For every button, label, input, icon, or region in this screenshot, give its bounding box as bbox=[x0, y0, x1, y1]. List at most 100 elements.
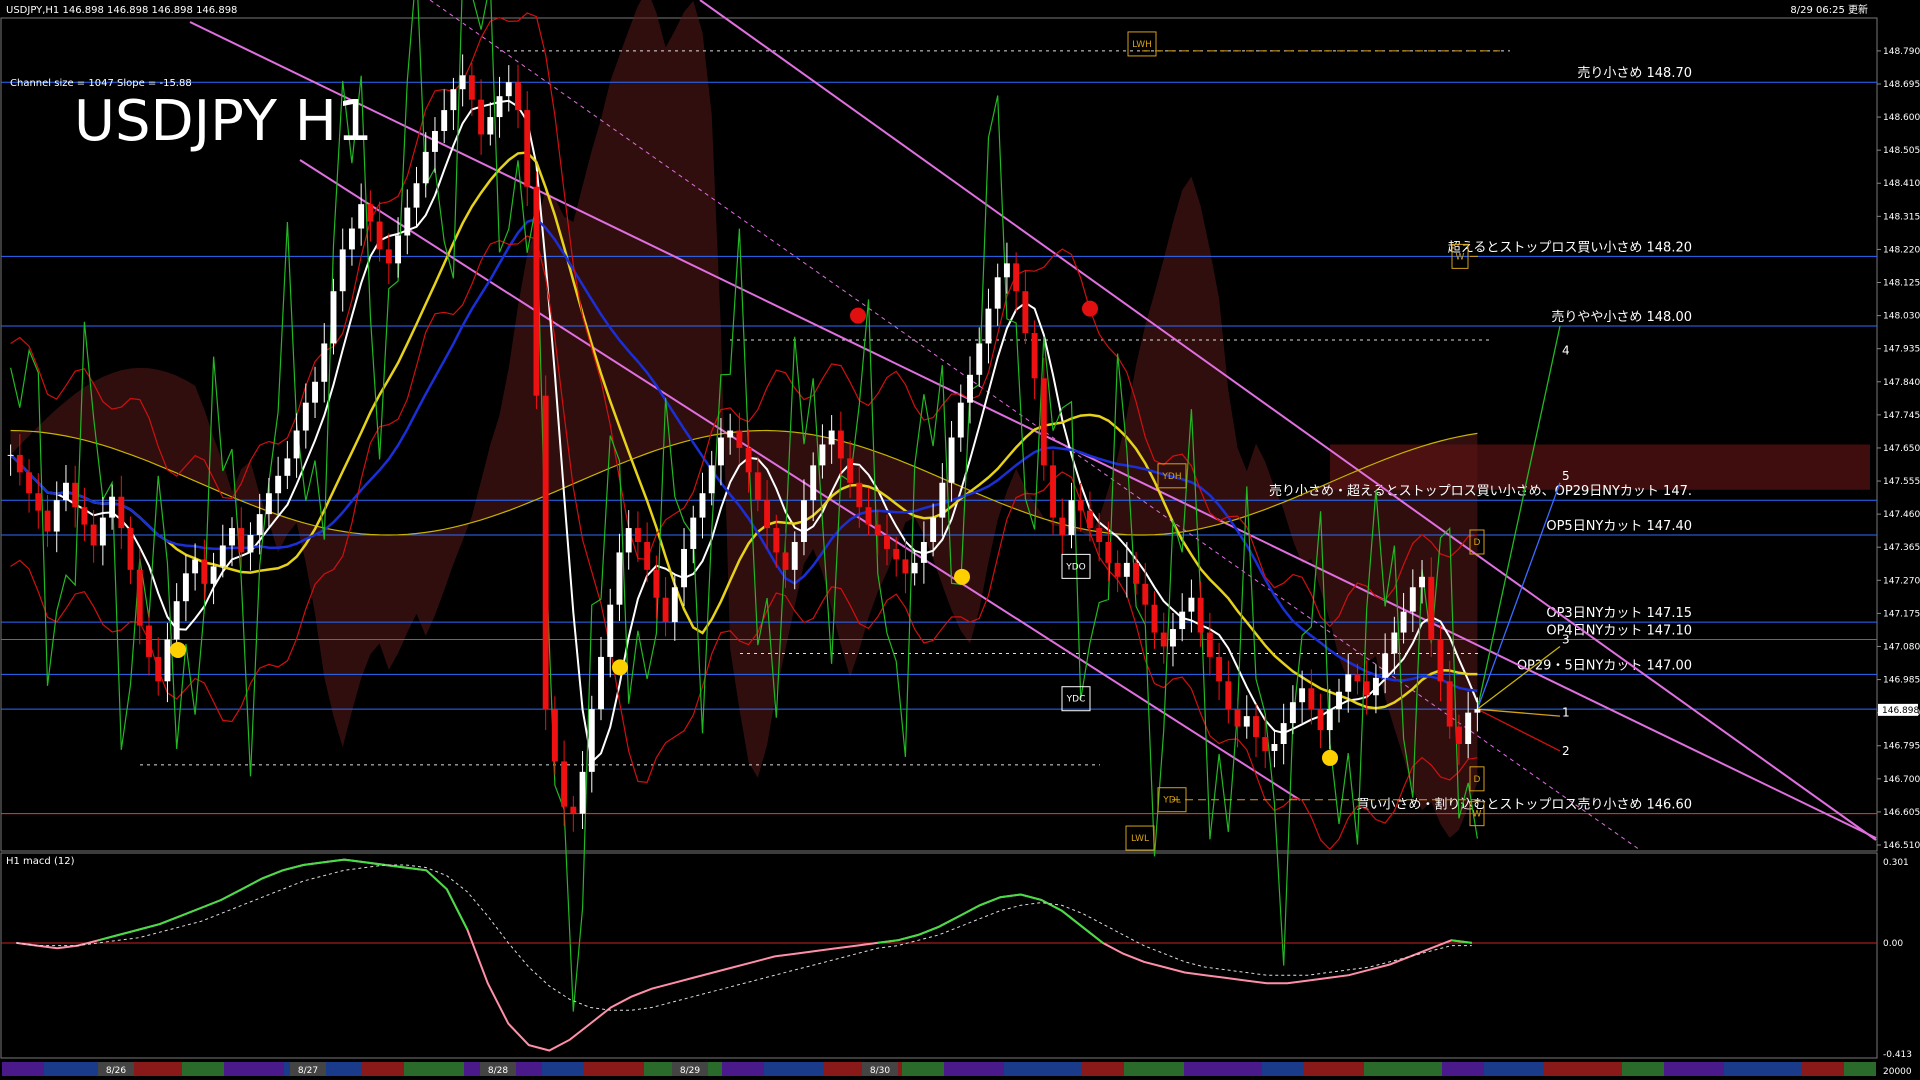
candle-body bbox=[1372, 677, 1379, 696]
candle-body bbox=[192, 559, 199, 574]
candle-body bbox=[1382, 653, 1389, 678]
price-tick-label: 147.365 bbox=[1883, 543, 1920, 553]
session-block bbox=[944, 1062, 1004, 1076]
candle-body bbox=[865, 507, 872, 525]
candle-body bbox=[358, 204, 365, 229]
candle-body bbox=[1336, 691, 1342, 710]
candle-body bbox=[441, 110, 448, 132]
price-tick-label: 146.795 bbox=[1883, 742, 1920, 752]
candle-body bbox=[127, 528, 134, 570]
candle-body bbox=[1105, 541, 1112, 563]
box-marker-label: YDH bbox=[1161, 472, 1181, 482]
session-block bbox=[224, 1062, 284, 1076]
candle-body bbox=[810, 465, 817, 501]
current-price-label: 146.898 bbox=[1882, 706, 1919, 716]
candle-body bbox=[1216, 656, 1223, 682]
candle-body bbox=[16, 454, 23, 473]
candle-body bbox=[1040, 378, 1047, 466]
candle-body bbox=[930, 517, 937, 542]
price-tick-label: 147.460 bbox=[1883, 510, 1920, 520]
candle-body bbox=[496, 96, 503, 118]
candle-body bbox=[607, 604, 614, 657]
symbol-info: USDJPY,H1 146.898 146.898 146.898 146.89… bbox=[6, 5, 237, 16]
candle-body bbox=[717, 437, 724, 466]
price-tick-label: 148.125 bbox=[1883, 279, 1920, 289]
candle-body bbox=[155, 656, 162, 682]
price-tick-label: 147.935 bbox=[1883, 345, 1920, 355]
candle-body bbox=[994, 277, 1001, 309]
candle-body bbox=[1188, 597, 1195, 612]
session-block bbox=[1004, 1062, 1082, 1076]
candle-body bbox=[1308, 688, 1315, 710]
candle-body bbox=[727, 430, 734, 438]
candle-body bbox=[1243, 716, 1250, 727]
date-label: 8/26 bbox=[106, 1066, 126, 1076]
candle-body bbox=[53, 500, 60, 532]
box-marker-label: LWL bbox=[1131, 834, 1149, 844]
price-tick-label: 148.695 bbox=[1883, 80, 1920, 90]
future-cloud bbox=[1330, 444, 1870, 490]
session-block bbox=[362, 1062, 404, 1076]
session-block bbox=[1664, 1062, 1724, 1076]
session-block bbox=[2, 1062, 44, 1076]
candle-body bbox=[847, 458, 854, 483]
macd-tick-label: 0.301 bbox=[1883, 858, 1909, 868]
level-label: 超えるとストップロス買い小さめ 148.20 bbox=[1448, 240, 1692, 255]
update-timestamp: 8/29 06:25 更新 bbox=[1790, 3, 1868, 16]
candle-body bbox=[1013, 263, 1020, 292]
price-tick-label: 148.410 bbox=[1883, 179, 1920, 189]
level-label: OP3日NYカット 147.15 bbox=[1546, 606, 1692, 621]
signal-dot bbox=[1082, 300, 1098, 317]
box-marker-label: W bbox=[1473, 810, 1482, 820]
candle-body bbox=[893, 548, 900, 560]
price-tick-label: 146.700 bbox=[1883, 775, 1920, 785]
price-tick-label: 146.605 bbox=[1883, 808, 1920, 818]
session-block bbox=[1544, 1062, 1622, 1076]
session-block bbox=[1082, 1062, 1124, 1076]
candle-body bbox=[533, 186, 540, 396]
price-tick-label: 147.080 bbox=[1883, 642, 1920, 652]
session-block bbox=[1262, 1062, 1304, 1076]
candle-body bbox=[229, 528, 235, 546]
candle-body bbox=[136, 569, 143, 626]
candle-body bbox=[634, 528, 641, 542]
candle-body bbox=[468, 75, 475, 100]
candle-body bbox=[312, 381, 318, 403]
candle-body bbox=[321, 343, 328, 382]
candle-body bbox=[588, 709, 595, 772]
price-tick-label: 146.510 bbox=[1883, 841, 1920, 851]
candle-body bbox=[699, 493, 706, 518]
candle-body bbox=[478, 99, 485, 135]
candle-body bbox=[35, 493, 42, 511]
candle-body bbox=[791, 541, 798, 570]
session-block bbox=[542, 1062, 584, 1076]
candle-body bbox=[81, 507, 88, 525]
candle-body bbox=[1151, 604, 1158, 633]
candle-body bbox=[376, 221, 383, 250]
price-chart[interactable]: 売り小さめ 148.70 超えるとストップロス買い小さめ 148.20 売りやや小さ… bbox=[0, 0, 1920, 1080]
candle-body bbox=[146, 625, 152, 657]
projection-label: 1 bbox=[1562, 706, 1570, 720]
candle-body bbox=[1400, 611, 1407, 633]
session-block bbox=[1364, 1062, 1442, 1076]
candle-body bbox=[1428, 576, 1435, 640]
candle-body bbox=[1465, 712, 1472, 744]
date-label: 8/29 bbox=[680, 1066, 700, 1076]
candle-body bbox=[524, 110, 531, 187]
candle-body bbox=[1225, 681, 1232, 710]
candle-body bbox=[164, 639, 171, 682]
candle-body bbox=[385, 249, 392, 264]
candle-body bbox=[201, 559, 208, 584]
channel-info: Channel size = 1047 Slope = -15.88 bbox=[10, 78, 192, 89]
candle-body bbox=[782, 552, 789, 570]
projection-label: 4 bbox=[1562, 343, 1570, 357]
candle-body bbox=[118, 496, 125, 529]
chart-big-title: USDJPY H1 bbox=[74, 89, 372, 154]
candle-body bbox=[99, 517, 106, 546]
price-tick-label: 148.600 bbox=[1883, 113, 1920, 123]
candle-body bbox=[551, 709, 558, 762]
candle-body bbox=[302, 402, 309, 431]
date-label: 8/27 bbox=[298, 1066, 318, 1076]
signal-dot bbox=[170, 641, 186, 658]
signal-dot bbox=[612, 659, 628, 676]
